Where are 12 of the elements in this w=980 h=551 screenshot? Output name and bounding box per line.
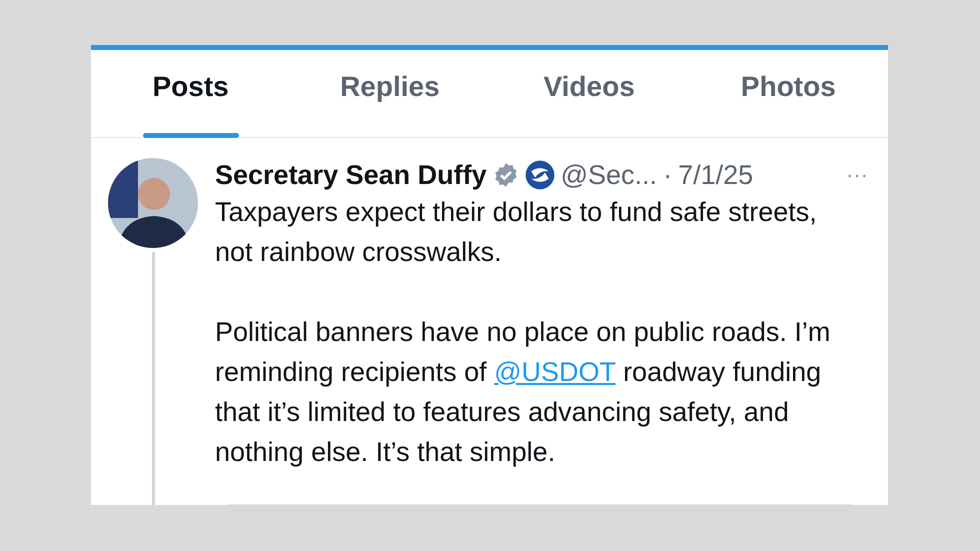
agency-logo-icon xyxy=(524,160,555,190)
post-text: Political banners have no place on public roads. I’m reminding recipients of @USDOT roadway funding that it’s limited to features advancing safety, and nothing else. It’s that simple. xyxy=(215,316,832,469)
post-date[interactable]: 7/1/25 xyxy=(678,158,754,192)
tab[interactable]: Replies xyxy=(290,50,490,137)
author-handle[interactable]: @Sec... xyxy=(560,158,658,192)
author-name[interactable]: Secretary Sean Duffy xyxy=(215,158,487,192)
tab[interactable]: Photos xyxy=(688,50,888,137)
separator-dot: · xyxy=(663,159,672,192)
post-text: Taxpayers expect their dollars to fund safe streets, not rainbow crosswalks. xyxy=(215,196,818,269)
tab[interactable]: Posts xyxy=(91,50,290,137)
more-options-icon[interactable]: ··· xyxy=(846,158,868,192)
tab[interactable]: Videos xyxy=(490,50,689,137)
